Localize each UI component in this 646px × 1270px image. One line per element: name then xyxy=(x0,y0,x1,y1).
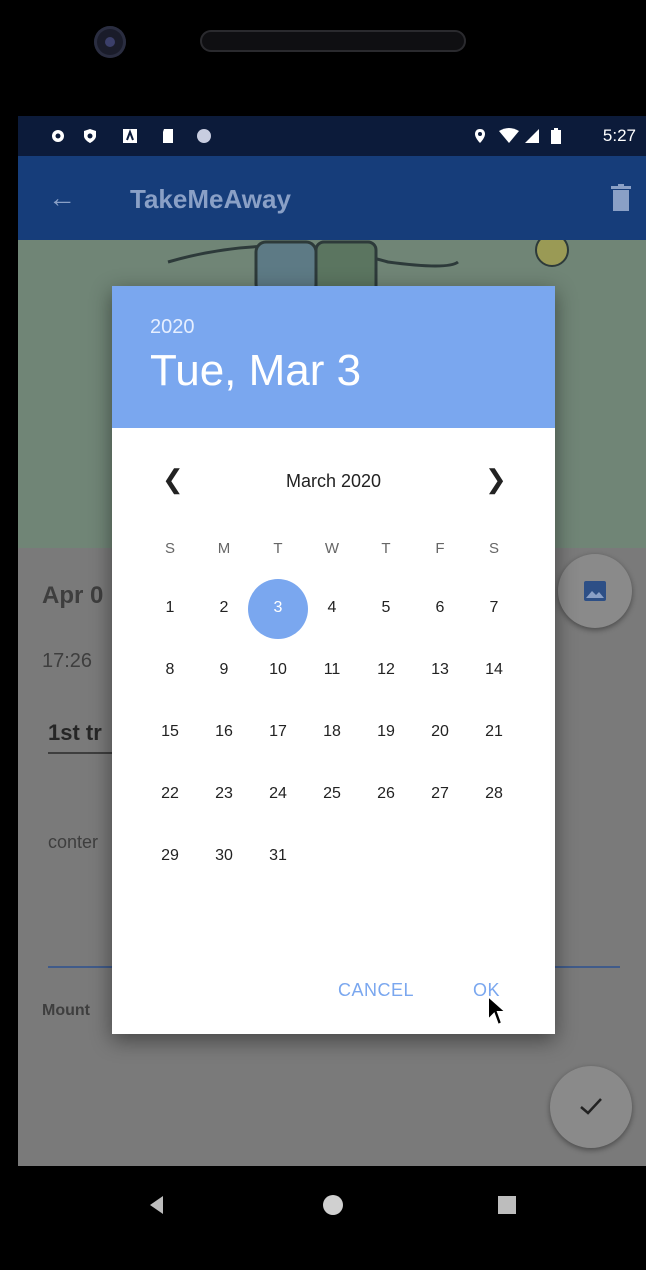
calendar-day[interactable]: 30 xyxy=(197,847,251,865)
triangle-back-icon[interactable] xyxy=(150,1196,163,1214)
chevron-right-icon[interactable]: ❯ xyxy=(485,466,507,492)
date-picker-dialog: 2020 Tue, Mar 3 ❮ March 2020 ❯ SMTWTFS12… xyxy=(112,286,555,1034)
image-icon xyxy=(584,581,606,601)
status-bar: 5:27 xyxy=(18,116,646,156)
trash-icon[interactable] xyxy=(610,184,632,212)
weekday-header: T xyxy=(381,540,391,557)
square-recents-icon[interactable] xyxy=(498,1196,516,1214)
weekday-header: M xyxy=(217,540,231,557)
weekday-header: W xyxy=(324,540,340,557)
calendar-day[interactable]: 12 xyxy=(359,661,413,679)
selected-day[interactable]: 3 xyxy=(251,599,305,617)
calendar-day[interactable]: 23 xyxy=(197,785,251,803)
calendar-day[interactable]: 15 xyxy=(143,723,197,741)
calendar-day[interactable]: 9 xyxy=(197,661,251,679)
battery-icon xyxy=(551,128,561,144)
calendar-day[interactable]: 18 xyxy=(305,723,359,741)
image-picker-button[interactable] xyxy=(558,554,632,628)
selected-date-label[interactable]: Tue, Mar 3 xyxy=(150,346,361,396)
calendar-day[interactable]: 2 xyxy=(197,599,251,617)
weekday-header: S xyxy=(164,540,175,557)
cell-signal-icon xyxy=(525,129,539,143)
calendar-day[interactable]: 7 xyxy=(467,599,521,617)
calendar-day[interactable]: 1 xyxy=(143,599,197,617)
arrow-left-icon[interactable]: ← xyxy=(48,184,76,212)
shield-icon xyxy=(84,129,96,143)
calendar-day[interactable]: 5 xyxy=(359,599,413,617)
wifi-icon xyxy=(499,128,519,143)
calendar-day[interactable]: 27 xyxy=(413,785,467,803)
front-camera xyxy=(94,26,126,58)
system-nav-bar xyxy=(0,1166,646,1270)
calendar-day[interactable]: 13 xyxy=(413,661,467,679)
weekday-header: F xyxy=(435,540,445,557)
calendar-day[interactable]: 8 xyxy=(143,661,197,679)
calendar-day[interactable]: 28 xyxy=(467,785,521,803)
year-label[interactable]: 2020 xyxy=(150,316,195,339)
app-title: TakeMeAway xyxy=(130,184,291,214)
calendar-day[interactable]: 24 xyxy=(251,785,305,803)
status-time: 5:27 xyxy=(602,126,636,145)
app-bar: ← TakeMeAway xyxy=(18,156,646,240)
sd-card-icon xyxy=(163,129,173,143)
calendar-day[interactable]: 19 xyxy=(359,723,413,741)
calendar-day[interactable]: 21 xyxy=(467,723,521,741)
date-picker-header: 2020 Tue, Mar 3 xyxy=(112,286,555,428)
calendar-day[interactable]: 22 xyxy=(143,785,197,803)
circle-home-icon[interactable] xyxy=(323,1195,343,1215)
entry-date: Apr 0 xyxy=(42,582,104,609)
checkmark-icon xyxy=(580,1098,602,1115)
sync-icon xyxy=(197,129,211,143)
cancel-button[interactable]: CANCEL xyxy=(338,980,414,1001)
calendar-day[interactable]: 16 xyxy=(197,723,251,741)
weekday-header: T xyxy=(273,540,283,557)
notification-a-icon xyxy=(123,129,137,143)
weekday-header: S xyxy=(488,540,499,557)
calendar-day[interactable]: 11 xyxy=(305,661,359,679)
calendar-day[interactable]: 31 xyxy=(251,847,305,865)
calendar-day[interactable]: 29 xyxy=(143,847,197,865)
entry-time: 17:26 xyxy=(42,650,93,672)
entry-content-field[interactable]: conter xyxy=(48,832,98,853)
settings-icon xyxy=(52,130,64,142)
save-fab[interactable] xyxy=(550,1066,632,1148)
entry-location: Mount xyxy=(42,1002,90,1019)
calendar-day[interactable]: 17 xyxy=(251,723,305,741)
location-icon xyxy=(475,129,485,143)
calendar-day[interactable]: 26 xyxy=(359,785,413,803)
calendar-day[interactable]: 6 xyxy=(413,599,467,617)
calendar-day[interactable]: 25 xyxy=(305,785,359,803)
calendar-day[interactable]: 4 xyxy=(305,599,359,617)
calendar-day[interactable]: 14 xyxy=(467,661,521,679)
calendar-day[interactable]: 20 xyxy=(413,723,467,741)
earpiece-speaker xyxy=(200,30,466,52)
calendar-day[interactable]: 10 xyxy=(251,661,305,679)
mouse-pointer-icon xyxy=(487,994,508,1027)
